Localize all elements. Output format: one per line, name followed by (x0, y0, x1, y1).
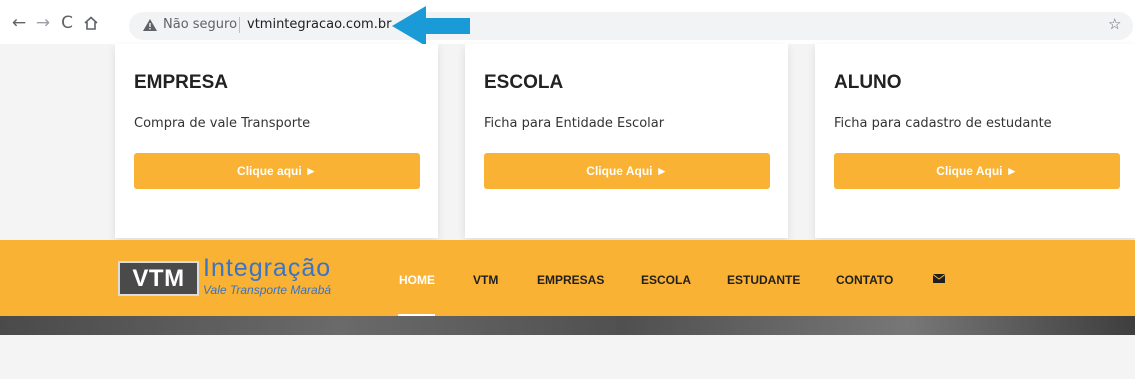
annotation-arrow (392, 6, 470, 46)
card-description: Ficha para Entidade Escolar (484, 116, 665, 131)
nav-contato[interactable]: CONTATO (836, 273, 893, 287)
nav-empresas[interactable]: EMPRESAS (537, 273, 604, 287)
card-title: EMPRESA (134, 72, 228, 93)
security-label[interactable]: Não seguro (163, 17, 237, 32)
nav-home[interactable]: HOME (399, 273, 435, 287)
nav-estudante[interactable]: ESTUDANTE (727, 273, 800, 287)
logo-vtm-box[interactable]: VTM (118, 261, 199, 296)
url-text[interactable]: vtmintegracao.com.br (247, 17, 391, 32)
forward-arrow-icon[interactable]: → (34, 14, 52, 32)
card-description: Ficha para cadastro de estudante (834, 116, 1052, 131)
browser-toolbar: ← → C Não seguro vtmintegracao.com.br ☆ (0, 0, 1135, 44)
logo-subtitle: Vale Transporte Marabá (203, 283, 332, 297)
card-empresa: EMPRESA Compra de vale Transporte Clique… (115, 44, 438, 238)
nav-escola[interactable]: ESCOLA (641, 273, 691, 287)
address-separator (239, 17, 240, 33)
nav-vtm[interactable]: VTM (473, 273, 498, 287)
bookmark-star-icon[interactable]: ☆ (1108, 15, 1121, 33)
clique-aqui-button[interactable]: Clique Aqui ► (484, 153, 770, 189)
card-title: ESCOLA (484, 72, 564, 93)
card-description: Compra de vale Transporte (134, 116, 311, 131)
home-icon[interactable] (82, 14, 100, 32)
clique-aqui-button[interactable]: Clique Aqui ► (834, 153, 1120, 189)
warning-icon[interactable] (143, 19, 157, 31)
logo-wordmark[interactable]: Integração (203, 254, 331, 283)
clique-aqui-button[interactable]: Clique aqui ► (134, 153, 420, 189)
card-escola: ESCOLA Ficha para Entidade Escolar Cliqu… (465, 44, 788, 238)
hero-image (0, 316, 1135, 335)
card-aluno: ALUNO Ficha para cadastro de estudante C… (815, 44, 1135, 238)
envelope-icon[interactable] (933, 274, 945, 283)
card-title: ALUNO (834, 72, 902, 93)
back-arrow-icon[interactable]: ← (10, 14, 28, 32)
reload-icon[interactable]: C (58, 14, 76, 32)
